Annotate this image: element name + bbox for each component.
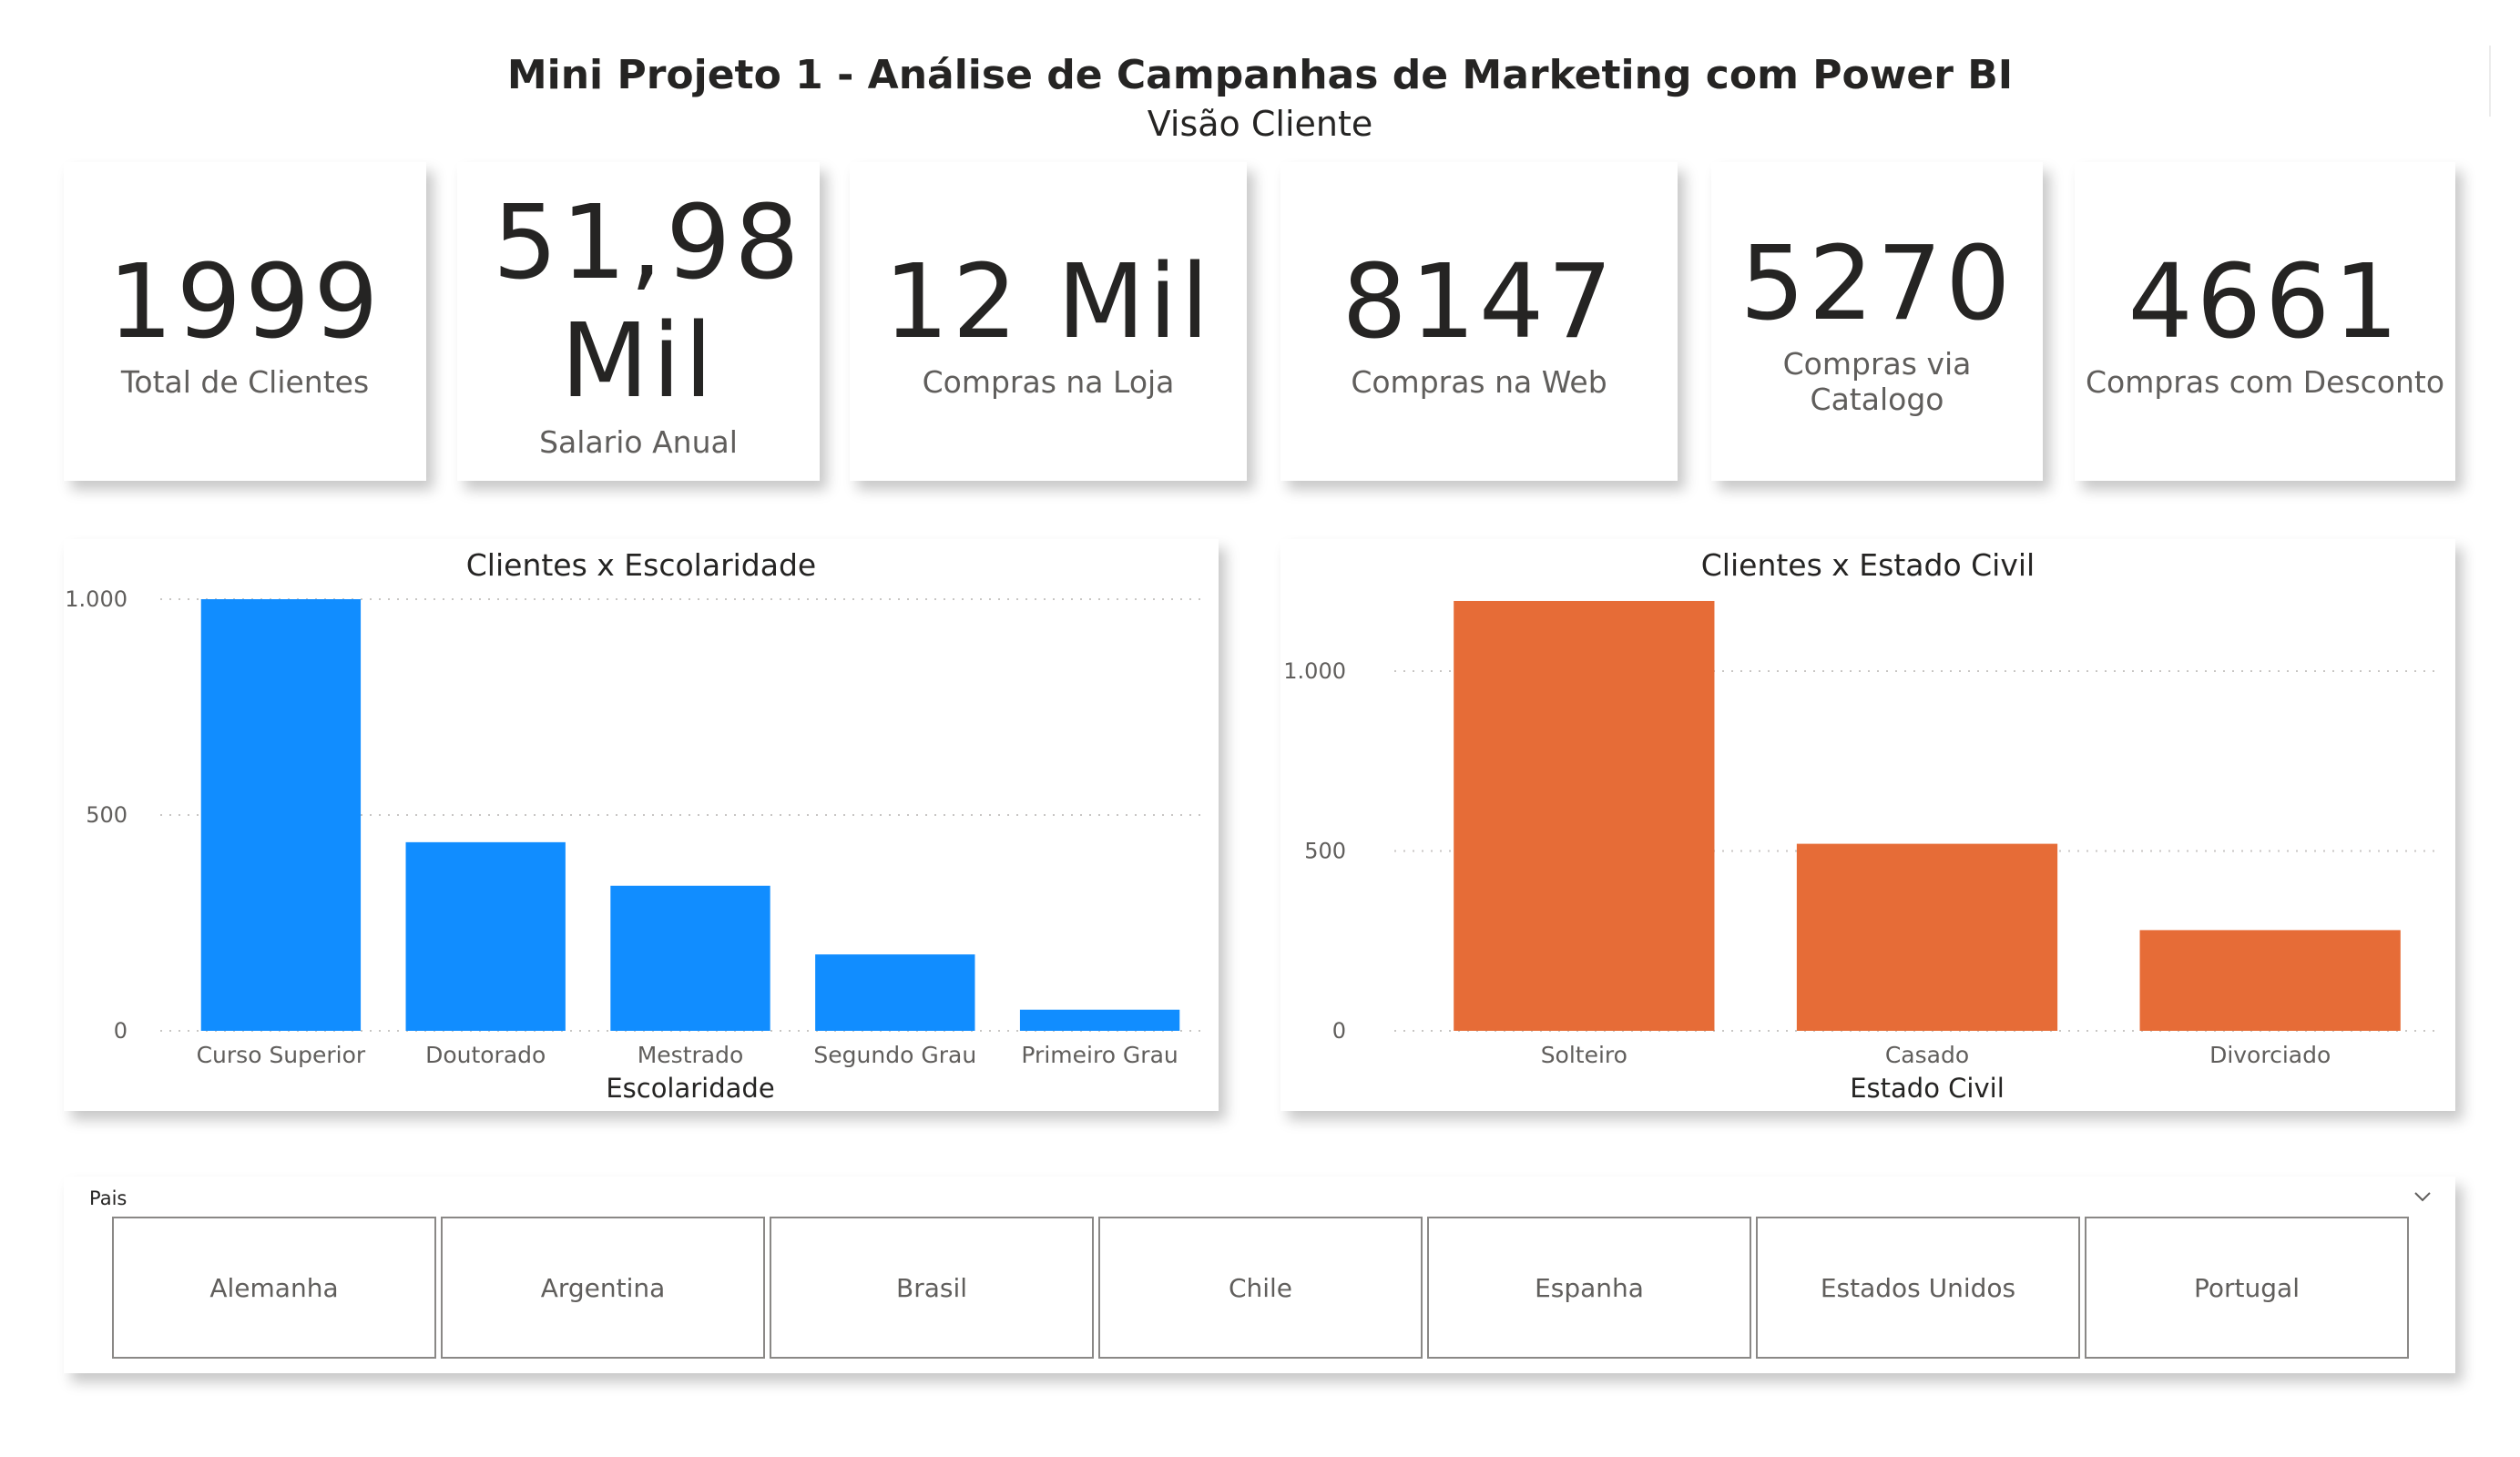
chart-estado-civil-card[interactable]: Clientes x Estado Civil 0 500 1.000 Solteiro… bbox=[1280, 539, 2455, 1111]
kpi-value: 1999 bbox=[107, 242, 383, 362]
kpi-card-compras-web[interactable]: 8147 Compras na Web bbox=[1280, 162, 1678, 481]
x-category-label: Casado bbox=[1885, 1042, 1969, 1068]
kpi-value: 12 Mil bbox=[883, 242, 1213, 362]
y-tick-label: 500 bbox=[1304, 839, 1346, 864]
report-title: Mini Projeto 1 - Análise de Campanhas de… bbox=[506, 52, 2014, 98]
kpi-card-compras-desconto[interactable]: 4661 Compras com Desconto bbox=[2075, 162, 2455, 481]
slicer-option-chile[interactable]: Chile bbox=[1098, 1217, 1423, 1359]
kpi-value: 5270 bbox=[1740, 225, 2015, 343]
x-axis-title: Escolaridade bbox=[606, 1073, 774, 1104]
slicer-option-espanha[interactable]: Espanha bbox=[1427, 1217, 1751, 1359]
kpi-value: 8147 bbox=[1342, 242, 1617, 362]
x-category-label: Divorciado bbox=[2209, 1042, 2331, 1068]
divider bbox=[2489, 46, 2491, 117]
slicer-title: Pais bbox=[89, 1187, 128, 1209]
report-header: Mini Projeto 1 - Análise de Campanhas de… bbox=[0, 50, 2520, 147]
slicer-option-brasil[interactable]: Brasil bbox=[770, 1217, 1094, 1359]
chart-escolaridade-card[interactable]: Clientes x Escolaridade 0 500 1.000 Curso Su… bbox=[64, 539, 1219, 1111]
bar-solteiro[interactable] bbox=[1454, 600, 1715, 1031]
chart-title: Clientes x Estado Civil bbox=[1701, 547, 2035, 583]
kpi-label: Salario Anual bbox=[539, 423, 738, 460]
y-tick-label: 500 bbox=[86, 802, 128, 828]
chart-title: Clientes x Escolaridade bbox=[466, 547, 816, 583]
kpi-card-compras-catalogo[interactable]: 5270 Compras via Catalogo bbox=[1711, 162, 2043, 481]
report-subtitle: Visão Cliente bbox=[1147, 104, 1373, 144]
x-category-label: Solteiro bbox=[1541, 1042, 1627, 1068]
slicer-option-estados-unidos[interactable]: Estados Unidos bbox=[1756, 1217, 2080, 1359]
x-axis-title: Estado Civil bbox=[1850, 1073, 2005, 1104]
y-tick-label: 1.000 bbox=[1283, 658, 1346, 684]
bar-casado[interactable] bbox=[1796, 843, 2058, 1031]
kpi-card-salario-anual[interactable]: 51,98 Mil Salario Anual bbox=[457, 162, 820, 481]
kpi-label: Compras na Loja bbox=[922, 363, 1175, 400]
x-category-label: Curso Superior bbox=[197, 1042, 366, 1068]
kpi-label: Compras com Desconto bbox=[2085, 363, 2445, 400]
bar-divorciado[interactable] bbox=[2139, 930, 2401, 1031]
bar-doutorado[interactable] bbox=[405, 841, 566, 1031]
kpi-label: Total de Clientes bbox=[120, 363, 370, 400]
bar-primeiro-grau[interactable] bbox=[1019, 1009, 1180, 1031]
bar-mestrado[interactable] bbox=[610, 885, 770, 1031]
kpi-value: 4661 bbox=[2127, 242, 2403, 362]
kpi-label: Compras na Web bbox=[1351, 363, 1607, 400]
y-tick-label: 1.000 bbox=[65, 586, 128, 612]
kpi-card-compras-loja[interactable]: 12 Mil Compras na Loja bbox=[850, 162, 1247, 481]
chevron-down-icon[interactable] bbox=[2412, 1186, 2433, 1207]
chart-escolaridade[interactable]: Clientes x Escolaridade 0 500 1.000 Curso Su… bbox=[64, 539, 1219, 1111]
y-tick-label: 0 bbox=[1332, 1018, 1346, 1044]
chart-estado-civil[interactable]: Clientes x Estado Civil 0 500 1.000 Solteiro… bbox=[1280, 539, 2455, 1111]
kpi-label: Compras via Catalogo bbox=[1782, 346, 1972, 417]
slicer-option-alemanha[interactable]: Alemanha bbox=[112, 1217, 436, 1359]
y-tick-label: 0 bbox=[114, 1018, 128, 1044]
x-category-label: Primeiro Grau bbox=[1021, 1042, 1178, 1068]
x-category-label: Mestrado bbox=[638, 1042, 744, 1068]
kpi-value: 51,98 Mil bbox=[493, 183, 803, 421]
bar-curso-superior[interactable] bbox=[200, 599, 362, 1031]
slicer-option-portugal[interactable]: Portugal bbox=[2085, 1217, 2409, 1359]
slicer-option-argentina[interactable]: Argentina bbox=[441, 1217, 765, 1359]
bar-segundo-grau[interactable] bbox=[815, 954, 975, 1031]
x-category-label: Doutorado bbox=[425, 1042, 546, 1068]
kpi-card-total-clientes[interactable]: 1999 Total de Clientes bbox=[64, 162, 426, 481]
country-slicer[interactable]: Pais Alemanha Argentina Brasil Chile Esp… bbox=[64, 1177, 2455, 1373]
x-category-label: Segundo Grau bbox=[813, 1042, 976, 1068]
